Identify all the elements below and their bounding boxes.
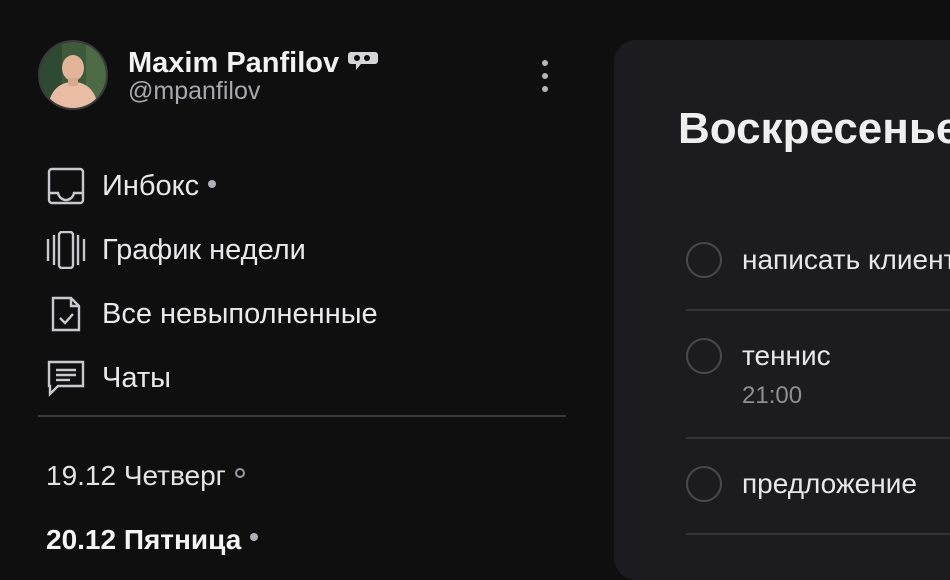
sidebar-divider bbox=[38, 415, 566, 417]
task-checkbox[interactable] bbox=[686, 338, 722, 374]
task-divider bbox=[686, 309, 950, 311]
inbox-icon bbox=[46, 166, 86, 206]
task-time: 21:00 bbox=[742, 382, 803, 409]
day-item-friday[interactable]: 20.12 Пятница bbox=[46, 508, 259, 572]
profile-name: Maxim Panfilov bbox=[128, 47, 340, 79]
nav-item-chats[interactable]: Чаты bbox=[46, 346, 378, 410]
avatar[interactable] bbox=[38, 40, 108, 110]
day-dot-hollow bbox=[234, 468, 245, 478]
task-item[interactable]: написать клиенту bbox=[686, 242, 950, 278]
panel-title: Воскресенье bbox=[678, 104, 950, 153]
avatar-photo-icon bbox=[40, 42, 106, 108]
task-divider bbox=[686, 533, 950, 535]
nav-label-all-incomplete: Все невыполненные bbox=[102, 297, 378, 330]
sidebar: Maxim Panfilov @mpanfilov Инбокс График … bbox=[0, 0, 600, 558]
profile-header[interactable]: Maxim Panfilov @mpanfilov bbox=[38, 40, 379, 110]
nav-item-inbox[interactable]: Инбокс bbox=[46, 154, 378, 218]
task-divider bbox=[686, 437, 950, 439]
day-panel: Воскресенье написать клиенту теннис 21:0… bbox=[614, 40, 950, 580]
nav-item-all-incomplete[interactable]: Все невыполненные bbox=[46, 282, 378, 346]
profile-handle: @mpanfilov bbox=[128, 77, 261, 105]
nav-label-week-schedule: График недели bbox=[102, 233, 306, 266]
nav-label-inbox: Инбокс bbox=[102, 169, 200, 202]
task-item[interactable]: предложение bbox=[686, 466, 950, 502]
task-checkbox[interactable] bbox=[686, 466, 722, 502]
task-item[interactable]: теннис 21:00 bbox=[686, 338, 950, 410]
chat-icon bbox=[46, 358, 86, 398]
day-item-thursday[interactable]: 19.12 Четверг bbox=[46, 444, 258, 508]
unread-dot bbox=[208, 179, 217, 188]
day-label: 20.12 Пятница bbox=[46, 524, 242, 555]
week-schedule-icon bbox=[46, 230, 86, 270]
task-checkbox[interactable] bbox=[686, 242, 722, 278]
checklist-document-icon bbox=[46, 294, 86, 334]
nav-label-chats: Чаты bbox=[102, 361, 171, 394]
speech-bubble-icon bbox=[347, 50, 379, 77]
day-dot-filled bbox=[250, 533, 259, 541]
main-nav: Инбокс График недели Все невыполненные Ч… bbox=[46, 154, 378, 410]
day-label: 19.12 Четверг bbox=[46, 460, 226, 491]
more-options-icon[interactable] bbox=[530, 60, 560, 92]
day-list: 19.12 Четверг 20.12 Пятница bbox=[46, 444, 259, 572]
nav-item-week-schedule[interactable]: График недели bbox=[46, 218, 378, 282]
task-text: написать клиенту bbox=[742, 244, 950, 275]
task-text: теннис bbox=[742, 340, 831, 371]
task-text: предложение bbox=[742, 468, 917, 499]
